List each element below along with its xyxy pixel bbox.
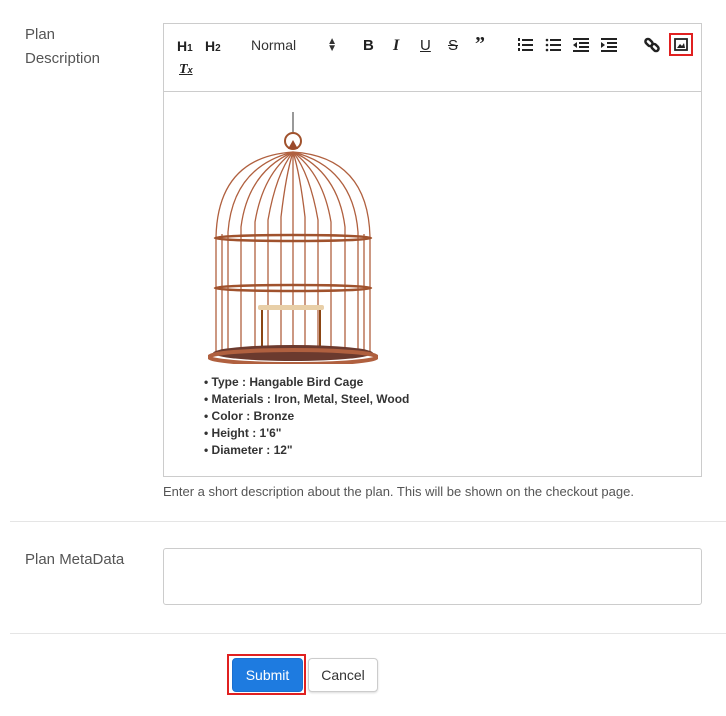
strikethrough-icon[interactable]: S	[448, 37, 458, 55]
editor-content[interactable]: Type : Hangable Bird Cage Materials : Ir…	[164, 92, 701, 476]
outdent-icon[interactable]	[573, 38, 589, 52]
spec-item: Diameter : 12"	[204, 442, 409, 459]
image-icon[interactable]	[669, 33, 693, 56]
rich-text-editor[interactable]: H1 H2 Normal ▲ ▼ B I U S ” Tx • Type: H…	[163, 23, 702, 477]
spec-item: Color : Bronze	[204, 408, 409, 425]
plan-description-label: Plan Description	[25, 23, 100, 71]
description-help-text: Enter a short description about the plan…	[163, 484, 634, 499]
spec-item: Materials : Iron, Metal, Steel, Wood	[204, 391, 410, 408]
italic-icon[interactable]: I	[393, 37, 399, 55]
underline-icon[interactable]: U	[420, 37, 431, 55]
spec-item: Type : Hangable Bird Cage	[204, 374, 409, 391]
heading1-button[interactable]: H1	[177, 37, 193, 58]
label-line-2: Description	[25, 50, 101, 67]
label-line-1: Plan	[25, 26, 56, 43]
bold-icon[interactable]: B	[363, 37, 374, 55]
bird-cage-image	[208, 112, 378, 364]
ordered-list-icon[interactable]	[517, 38, 533, 52]
cancel-button[interactable]: Cancel	[308, 658, 378, 692]
format-select-value: Normal	[251, 37, 297, 53]
plan-metadata-input[interactable]	[163, 548, 702, 605]
select-arrows-icon: ▲ ▼	[327, 36, 337, 54]
indent-icon[interactable]	[601, 38, 617, 52]
link-icon[interactable]	[644, 37, 660, 53]
blockquote-icon[interactable]: ”	[475, 34, 485, 54]
format-select[interactable]: Normal ▲ ▼	[251, 36, 337, 54]
submit-button[interactable]: Submit	[232, 658, 303, 692]
editor-toolbar: H1 H2 Normal ▲ ▼ B I U S ” Tx	[164, 24, 701, 92]
divider	[10, 521, 726, 522]
heading2-button[interactable]: H2	[205, 37, 221, 58]
plan-metadata-label: Plan MetaData	[25, 551, 125, 568]
divider	[10, 633, 726, 634]
clear-format-icon[interactable]: Tx	[179, 61, 193, 79]
bullet-list-icon[interactable]	[545, 38, 561, 52]
spec-item: Height : 1'6"	[204, 425, 409, 442]
spec-list: Type : Hangable Bird Cage Materials : Ir…	[204, 374, 410, 459]
